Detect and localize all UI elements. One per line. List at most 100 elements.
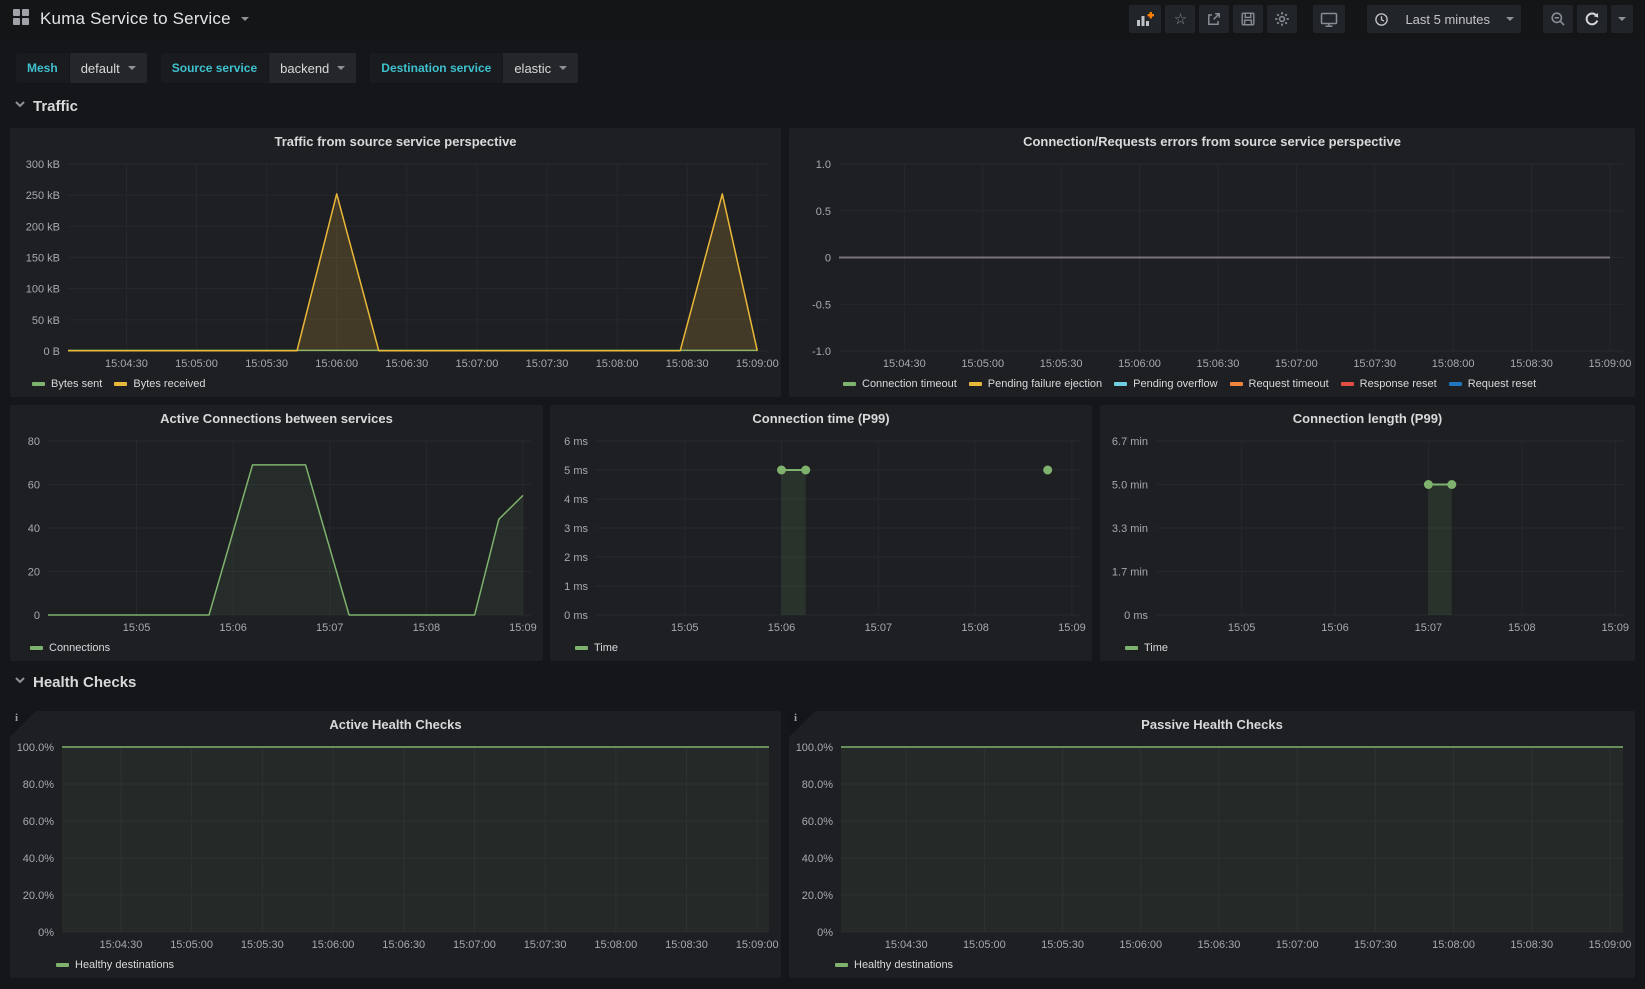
svg-text:15:06: 15:06 <box>219 622 247 634</box>
add-panel-button[interactable] <box>1129 5 1161 33</box>
legend-item[interactable]: Time <box>575 642 618 654</box>
svg-text:5 ms: 5 ms <box>564 465 588 477</box>
legend-swatch <box>575 646 588 650</box>
variable-destination-service-label: Destination service <box>370 53 502 83</box>
svg-text:15:05: 15:05 <box>1228 622 1256 634</box>
refresh-interval-dropdown[interactable] <box>1611 5 1633 33</box>
legend-item[interactable]: Healthy destinations <box>835 959 953 971</box>
chart-canvas[interactable]: 0 ms1 ms2 ms3 ms4 ms5 ms6 ms15:0515:0615… <box>550 431 1092 637</box>
legend-item[interactable]: Request reset <box>1449 378 1536 390</box>
chart-canvas[interactable]: 0 B50 kB100 kB150 kB200 kB250 kB300 kB15… <box>10 154 781 373</box>
svg-text:80.0%: 80.0% <box>23 779 54 791</box>
legend-item[interactable]: Bytes received <box>114 378 205 390</box>
svg-text:150 kB: 150 kB <box>26 253 60 265</box>
variable-mesh-value-dropdown[interactable]: default <box>70 53 147 83</box>
panel-title[interactable]: Connection time (P99) <box>550 405 1092 431</box>
zoom-out-time-button[interactable] <box>1543 5 1573 33</box>
panel-connection-time: Connection time (P99)0 ms1 ms2 ms3 ms4 m… <box>550 405 1092 661</box>
legend-item[interactable]: Connections <box>30 642 110 654</box>
svg-text:40.0%: 40.0% <box>802 853 833 865</box>
svg-text:15:09: 15:09 <box>1601 622 1629 634</box>
chart-canvas[interactable]: 0%20.0%40.0%60.0%80.0%100.0%15:04:3015:0… <box>10 737 781 954</box>
svg-text:60.0%: 60.0% <box>23 816 54 828</box>
svg-text:2 ms: 2 ms <box>564 552 588 564</box>
svg-text:15:06:30: 15:06:30 <box>1198 939 1241 951</box>
zoom-out-icon <box>1550 11 1566 27</box>
svg-text:-1.0: -1.0 <box>812 346 831 358</box>
svg-text:15:06:30: 15:06:30 <box>1197 358 1240 370</box>
dashboard-title-button[interactable]: Kuma Service to Service <box>12 8 249 31</box>
panel-info-icon[interactable]: i <box>10 711 36 737</box>
svg-text:200 kB: 200 kB <box>26 221 60 233</box>
chart-canvas[interactable]: 1.00.50-0.5-1.015:04:3015:05:0015:05:301… <box>789 154 1635 373</box>
chart-canvas[interactable]: 0%20.0%40.0%60.0%80.0%100.0%15:04:3015:0… <box>789 737 1635 954</box>
svg-text:15:07:30: 15:07:30 <box>1353 358 1396 370</box>
panel-title[interactable]: Connection/Requests errors from source s… <box>789 128 1635 154</box>
panel-title[interactable]: Connection length (P99) <box>1100 405 1635 431</box>
legend-item[interactable]: Request timeout <box>1230 378 1329 390</box>
time-picker-button[interactable]: Last 5 minutes <box>1367 5 1521 33</box>
legend-item[interactable]: Connection timeout <box>843 378 957 390</box>
svg-text:15:05: 15:05 <box>671 622 699 634</box>
svg-text:15:06:30: 15:06:30 <box>385 358 428 370</box>
panel-info-icon[interactable]: i <box>789 711 815 737</box>
panel-legend: Bytes sent Bytes received <box>10 374 781 394</box>
save-dashboard-button[interactable] <box>1233 5 1263 33</box>
legend-item[interactable]: Bytes sent <box>32 378 102 390</box>
svg-text:100.0%: 100.0% <box>17 742 55 754</box>
svg-text:0%: 0% <box>817 927 833 939</box>
svg-text:15:07:30: 15:07:30 <box>526 358 569 370</box>
legend-swatch <box>1449 382 1462 386</box>
row-health-checks-toggle[interactable]: Health Checks <box>14 673 136 691</box>
panel-traffic-source: Traffic from source service perspective0… <box>10 128 781 397</box>
svg-text:100 kB: 100 kB <box>26 284 60 296</box>
svg-text:15:07: 15:07 <box>1415 622 1443 634</box>
svg-text:15:09:00: 15:09:00 <box>736 939 779 951</box>
panel-legend: Healthy destinations <box>10 955 781 975</box>
variable-destination-service-value-dropdown[interactable]: elastic <box>503 53 578 83</box>
legend-item[interactable]: Time <box>1125 642 1168 654</box>
panel-title[interactable]: Traffic from source service perspective <box>10 128 781 154</box>
dashboard-grid-icon <box>12 8 30 31</box>
panel-title[interactable]: Active Connections between services <box>10 405 543 431</box>
svg-text:-0.5: -0.5 <box>812 299 831 311</box>
svg-text:15:07:00: 15:07:00 <box>1276 939 1319 951</box>
chevron-down-icon <box>1506 17 1514 21</box>
chevron-down-icon <box>241 17 249 21</box>
dashboard-settings-button[interactable] <box>1267 5 1297 33</box>
legend-item[interactable]: Pending overflow <box>1114 378 1217 390</box>
refresh-dashboard-button[interactable] <box>1577 5 1607 33</box>
chart-canvas[interactable]: 0 ms1.7 min3.3 min5.0 min6.7 min15:0515:… <box>1100 431 1635 637</box>
share-dashboard-button[interactable] <box>1199 5 1229 33</box>
panel-title[interactable]: Passive Health Checks <box>789 711 1635 737</box>
svg-text:15:08:00: 15:08:00 <box>594 939 637 951</box>
row-traffic-toggle[interactable]: Traffic <box>14 97 78 115</box>
svg-text:15:05:30: 15:05:30 <box>241 939 284 951</box>
svg-text:15:05:30: 15:05:30 <box>1040 358 1083 370</box>
panel-title[interactable]: Active Health Checks <box>10 711 781 737</box>
svg-text:15:08:00: 15:08:00 <box>1432 939 1475 951</box>
svg-text:80: 80 <box>28 436 40 448</box>
variable-destination-service: Destination service elastic <box>370 53 578 83</box>
svg-text:15:04:30: 15:04:30 <box>100 939 143 951</box>
svg-text:6 ms: 6 ms <box>564 436 588 448</box>
mark-favorite-button[interactable]: ☆ <box>1165 5 1195 33</box>
chevron-down-icon <box>559 66 567 70</box>
legend-item[interactable]: Healthy destinations <box>56 959 174 971</box>
legend-item[interactable]: Pending failure ejection <box>969 378 1102 390</box>
svg-text:15:06:00: 15:06:00 <box>1119 939 1162 951</box>
svg-text:6.7 min: 6.7 min <box>1112 436 1148 448</box>
svg-text:15:06:00: 15:06:00 <box>315 358 358 370</box>
chevron-down-icon <box>14 97 26 115</box>
cycle-view-mode-button[interactable] <box>1313 5 1345 33</box>
legend-swatch <box>1230 382 1243 386</box>
chart-canvas[interactable]: 02040608015:0515:0615:0715:0815:09 <box>10 431 543 637</box>
legend-item[interactable]: Response reset <box>1341 378 1437 390</box>
variable-source-service-value-dropdown[interactable]: backend <box>269 53 356 83</box>
svg-text:15:06:00: 15:06:00 <box>1118 358 1161 370</box>
section-title: Traffic <box>33 98 78 115</box>
svg-text:0%: 0% <box>38 927 54 939</box>
svg-text:1.0: 1.0 <box>816 159 831 171</box>
svg-text:4 ms: 4 ms <box>564 494 588 506</box>
svg-text:15:08:00: 15:08:00 <box>596 358 639 370</box>
